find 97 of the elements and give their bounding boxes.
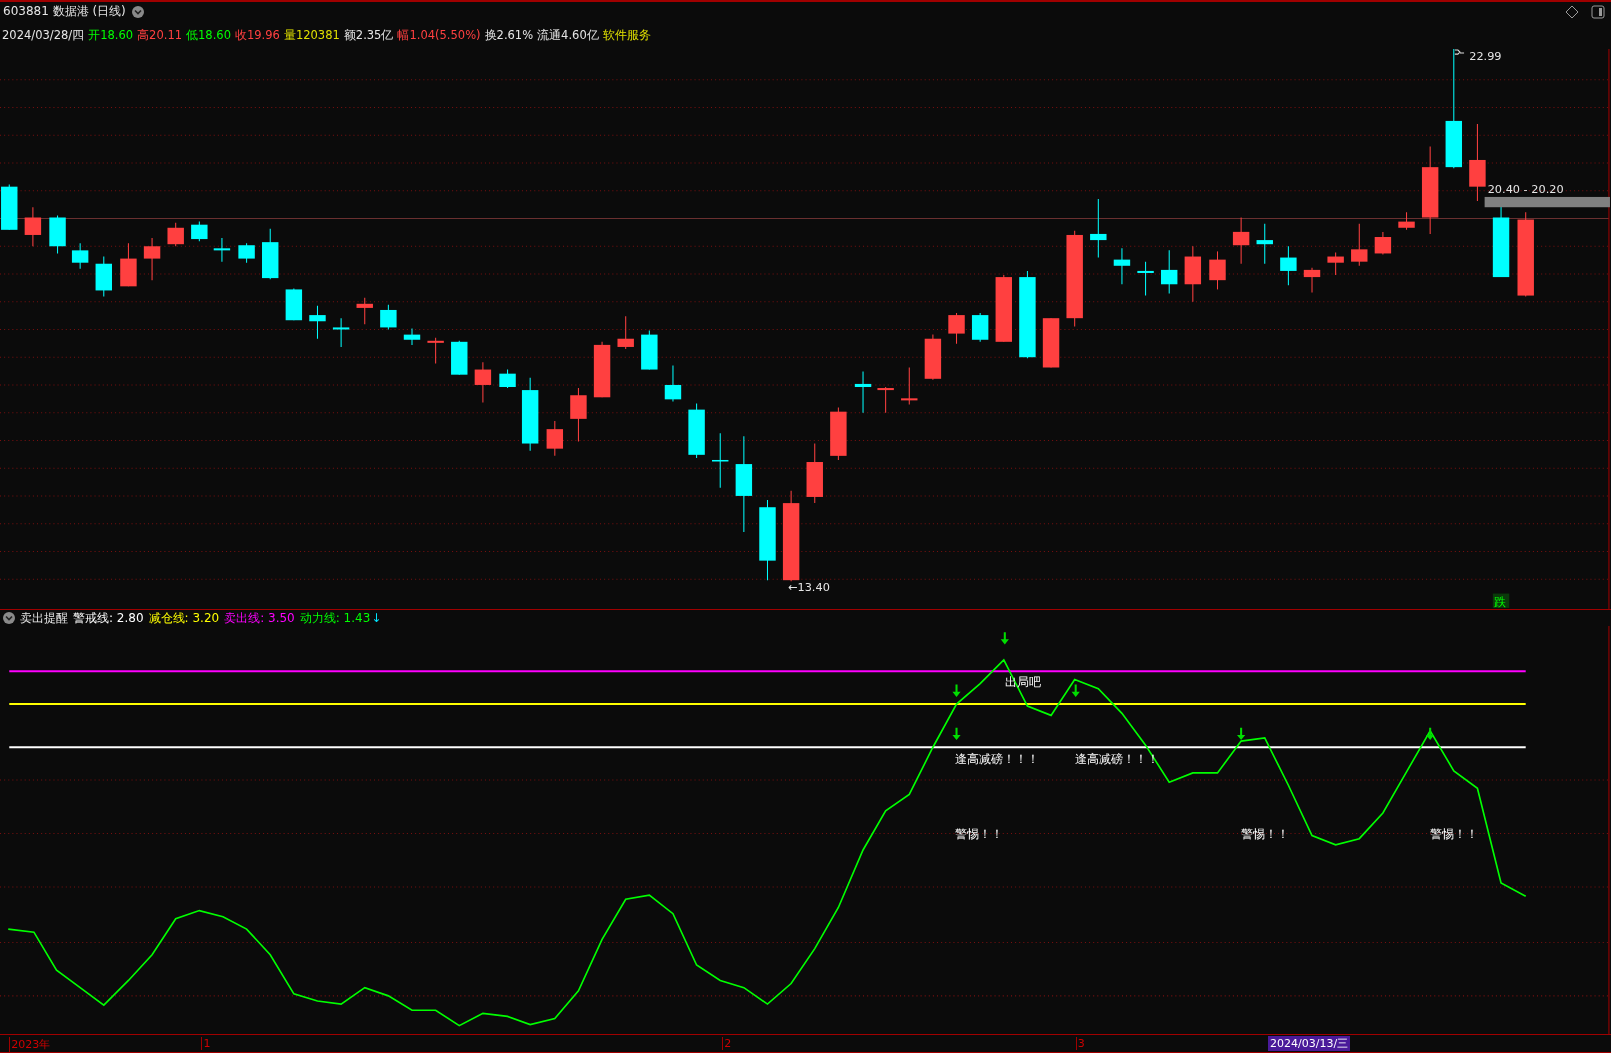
candlestick	[924, 334, 942, 381]
candlestick	[71, 242, 89, 270]
signal-annotation: 警惕！！	[955, 827, 1004, 842]
arrow-down-icon	[1426, 728, 1435, 741]
candlestick	[1, 184, 18, 231]
signal-badge: 跌	[1492, 593, 1510, 609]
candlestick	[1184, 245, 1202, 303]
quote-item: 收19.96	[235, 27, 280, 43]
candlestick	[120, 242, 137, 287]
candlestick	[191, 221, 208, 242]
candlestick	[617, 315, 634, 350]
candlestick	[1161, 249, 1178, 295]
arrow-down-icon	[952, 728, 961, 741]
signal-annotation: 逢高减磅！！！	[955, 752, 1040, 767]
axis-label: 1	[201, 1037, 211, 1051]
candlestick	[1256, 223, 1273, 265]
quote-item: 额2.35亿	[343, 27, 394, 43]
quote-date: 2024/03/28/四	[2, 27, 85, 43]
arrow-down-icon	[1237, 728, 1246, 741]
candlestick	[877, 386, 894, 414]
arrow-down-icon	[1071, 685, 1080, 698]
candlestick	[262, 228, 279, 280]
candlestick	[403, 327, 421, 346]
candlestick	[1374, 231, 1392, 255]
price-range-label: 20.40 - 20.20	[1487, 182, 1564, 196]
candlestick	[309, 305, 326, 340]
diamond-icon[interactable]	[1565, 4, 1579, 19]
candlestick	[712, 432, 729, 489]
candlestick	[238, 242, 255, 264]
indicator-name: 卖出提醒	[20, 609, 68, 627]
candlestick	[95, 256, 112, 298]
signal-annotation: 警惕！！	[1430, 827, 1479, 842]
candlestick	[1137, 261, 1154, 297]
candlestick	[167, 222, 184, 247]
quote-item: 流通4.60亿	[537, 27, 599, 43]
legend-item: 警戒线: 2.80	[73, 609, 144, 627]
arrow-down-icon	[952, 685, 961, 698]
candlestick	[1209, 250, 1226, 290]
candlestick	[664, 364, 682, 402]
candlestick	[1303, 267, 1321, 293]
candlestick	[806, 443, 823, 504]
candlestick	[285, 287, 303, 321]
stock-title: 603881 数据港 (日线)	[3, 3, 126, 20]
candlestick	[24, 206, 42, 247]
candlestick	[995, 274, 1012, 343]
quote-item: 量120381	[283, 27, 340, 43]
candlestick	[830, 407, 847, 461]
candlestick	[688, 402, 705, 459]
candlestick	[474, 361, 492, 403]
high-price-label: 22.99	[1469, 50, 1502, 64]
candlestick	[380, 304, 397, 330]
panel-toggle-icon[interactable]	[1591, 4, 1605, 19]
candlestick	[1090, 198, 1107, 259]
candlestick	[451, 340, 468, 376]
legend-item: 动力线: 1.43	[299, 609, 371, 627]
candlestick	[854, 371, 872, 414]
quote-item: 开18.60	[88, 27, 134, 43]
candlestick	[901, 367, 918, 405]
candlestick	[213, 237, 231, 263]
candlestick	[499, 369, 516, 389]
candlestick	[1398, 211, 1415, 231]
candlestick	[546, 420, 564, 457]
cursor-date: 2024/03/13/三	[1268, 1036, 1351, 1052]
dropdown-icon[interactable]	[3, 612, 15, 625]
candlestick	[49, 214, 66, 254]
candlestick	[356, 297, 373, 325]
axis-label: 3	[1075, 1037, 1085, 1051]
signal-annotation: 逢高减磅！！！	[1074, 752, 1159, 767]
legend-item: 卖出线: 3.50	[224, 609, 295, 627]
axis-label: 2	[722, 1037, 732, 1051]
candlestick	[332, 317, 350, 348]
candlestick	[948, 312, 965, 345]
sector-label: 软件服务	[602, 27, 651, 43]
candlestick	[1351, 223, 1368, 267]
candlestick	[971, 312, 989, 343]
candlestick	[1327, 251, 1344, 276]
quote-item: 换2.61%	[484, 27, 534, 43]
trend-arrow: ↓	[371, 611, 382, 626]
candlestick	[1113, 247, 1131, 285]
axis-label: 2023年	[9, 1037, 51, 1053]
candlestick	[1280, 245, 1297, 286]
dropdown-icon[interactable]	[131, 5, 144, 18]
candlestick	[641, 330, 658, 371]
candlestick	[427, 337, 444, 364]
arrow-down-icon	[1000, 632, 1009, 645]
low-price-label: ←13.40	[788, 581, 830, 595]
candlestick	[593, 341, 611, 398]
candlestick	[143, 237, 161, 281]
quote-item: 幅1.04(5.50%)	[397, 27, 481, 43]
candlestick	[570, 387, 587, 442]
quote-item: 高20.11	[137, 27, 183, 43]
legend-item: 减仓线: 3.20	[148, 609, 220, 627]
candlestick	[1232, 216, 1250, 265]
signal-annotation: 警惕！！	[1241, 827, 1290, 842]
candlestick	[1042, 317, 1060, 368]
flag-icon	[1454, 49, 1465, 55]
quote-item: 低18.60	[186, 27, 231, 43]
